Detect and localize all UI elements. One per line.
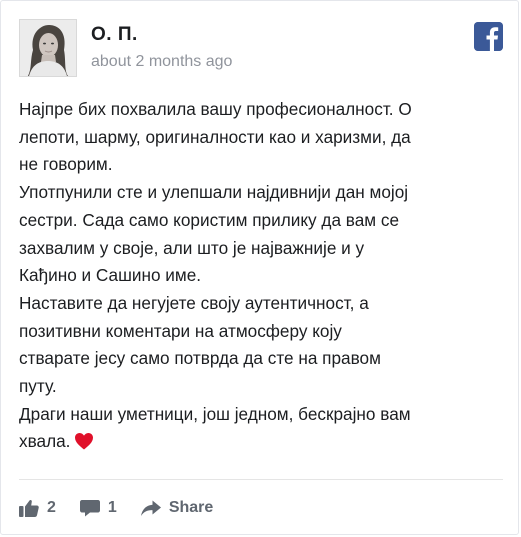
author-photo <box>20 20 76 76</box>
comment-icon <box>79 500 100 517</box>
review-text-line: лепоти, шарму, оригиналности као и хариз… <box>19 126 411 147</box>
comments-count: 1 <box>107 499 117 516</box>
like-button[interactable]: 2 <box>19 499 56 517</box>
review-text-line: Драги наши уметници, још једном, бескрај… <box>19 403 411 424</box>
likes-count: 2 <box>47 499 56 516</box>
author-avatar[interactable] <box>19 19 77 77</box>
review-text-line: Наставите да негујете своју аутентичност… <box>19 292 369 313</box>
review-text-line: Употпунили сте и улепшали најдивнији дан… <box>19 182 409 203</box>
share-button[interactable]: Share <box>140 499 214 517</box>
review-text-line: позитивни коментари на атмосферу коју <box>19 320 342 341</box>
author-name[interactable]: О. П. <box>91 24 138 46</box>
review-text-line: не говорим. <box>19 154 113 175</box>
comment-button[interactable]: 1 <box>79 499 117 517</box>
review-text-line: захвалим у своје, али што је најважније … <box>19 237 365 258</box>
review-card: О. П. about 2 months ago Најпре бих похв… <box>0 0 519 535</box>
actions-divider <box>19 479 503 480</box>
review-header: О. П. about 2 months ago <box>19 19 503 79</box>
share-label: Share <box>168 499 214 516</box>
share-arrow-icon <box>140 500 161 516</box>
review-text-line: хвала. <box>19 431 71 452</box>
review-text-line: путу. <box>19 376 57 397</box>
review-timestamp[interactable]: about 2 months ago <box>91 53 232 71</box>
review-text-line: стварате јесу само потврда да сте на пра… <box>19 348 381 369</box>
review-text-line: Кађино и Сашино име. <box>19 265 202 286</box>
review-actions: 2 1 Share <box>19 495 237 521</box>
review-body: Најпре бих похвалила вашу професионалнос… <box>19 96 507 459</box>
facebook-icon[interactable] <box>474 22 503 51</box>
review-text-last-line: хвала. <box>19 428 507 459</box>
heart-icon <box>74 431 94 459</box>
review-text-line: сестри. Сада само користим прилику да ва… <box>19 209 400 230</box>
thumbs-up-icon <box>19 499 39 517</box>
review-text-line: Најпре бих похвалила вашу професионалнос… <box>19 99 412 119</box>
